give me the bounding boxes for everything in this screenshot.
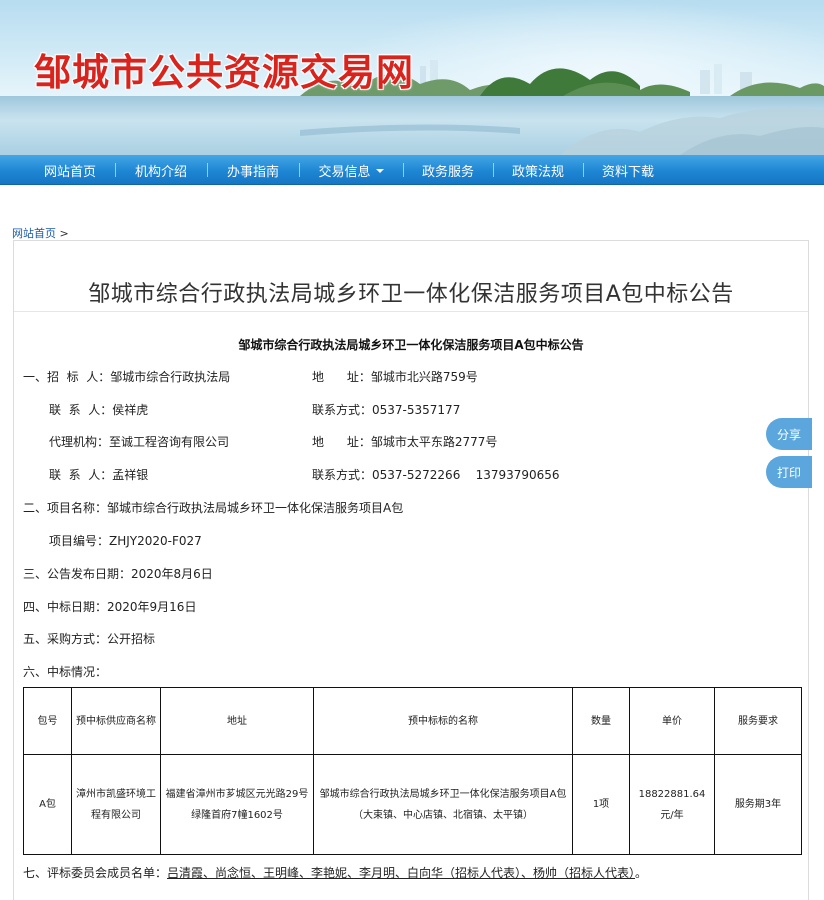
tenderer-phone-label: 联系方式： — [312, 403, 373, 417]
agency-phone-label: 联系方式： — [312, 468, 373, 482]
nav-label: 资料下载 — [601, 164, 654, 180]
project-code-label: 项目编号： — [49, 534, 110, 548]
nav-label: 交易信息 — [318, 164, 371, 180]
publish-date: 三、公告发布日期：2020年8月6日 — [23, 567, 213, 581]
table-row: A包 漳州市凯盛环境工程有限公司 福建省漳州市芗城区元光路29号绿隆首府7幢16… — [23, 754, 802, 855]
agency-address-value: 邹城市太平东路2777号 — [370, 435, 498, 449]
agency-phone: 联系方式：0537-5272266 13793790656 — [312, 466, 560, 483]
print-button[interactable]: 打印 — [766, 456, 812, 488]
tenderer-contact-value: 侯祥虎 — [112, 403, 149, 417]
nav-label: 办事指南 — [226, 164, 279, 180]
nav-item-guide[interactable]: 办事指南 — [207, 155, 299, 185]
committee-end: 。 — [635, 866, 648, 880]
nav-item-policies[interactable]: 政策法规 — [493, 155, 583, 185]
committee-label: 七、评标委员会成员名单： — [23, 866, 168, 880]
tenderer-address-label: 地 址： — [312, 370, 371, 384]
table-header: 单价 — [629, 687, 715, 755]
award-table: 包号 预中标供应商名称 地址 预中标标的名称 数量 单价 服务要求 A包 漳州市… — [23, 687, 802, 855]
nav-item-about[interactable]: 机构介绍 — [115, 155, 207, 185]
table-header-row: 包号 预中标供应商名称 地址 预中标标的名称 数量 单价 服务要求 — [23, 687, 802, 755]
agency-row: 代理机构：至诚工程咨询有限公司 — [49, 433, 229, 450]
tenderer-row: 一、招 标 人：邹城市综合行政执法局 — [23, 368, 230, 385]
table-cell: 服务期3年 — [714, 754, 802, 855]
agency-value: 至诚工程咨询有限公司 — [109, 435, 230, 449]
nav-item-downloads[interactable]: 资料下载 — [583, 155, 673, 185]
committee-names: 吕清霞、尚念恒、王明峰、李艳妮、李月明、白向华（招标人代表）、杨帅（招标人代表） — [167, 866, 636, 880]
table-header: 服务要求 — [714, 687, 802, 755]
tenderer-value: 邹城市综合行政执法局 — [110, 370, 231, 384]
award-date: 四、中标日期：2020年9月16日 — [23, 600, 197, 614]
committee-members-row: 七、评标委员会成员名单：吕清霞、尚念恒、王明峰、李艳妮、李月明、白向华（招标人代… — [23, 864, 647, 881]
site-title: 邹城市公共资源交易网 — [34, 51, 414, 94]
page-title: 邹城市综合行政执法局城乡环卫一体化保洁服务项目A包中标公告 — [88, 282, 734, 307]
tenderer-address: 地 址：邹城市北兴路759号 — [312, 368, 478, 385]
agency-contact-row: 联 系 人：孟祥银 — [49, 466, 148, 483]
agency-contact-value: 孟祥银 — [112, 468, 149, 482]
table-header: 包号 — [23, 687, 72, 755]
table-cell: 18822881.64元/年 — [629, 754, 715, 855]
tenderer-contact-row: 联 系 人：侯祥虎 — [49, 401, 148, 418]
project-code-value: ZHJY2020-F027 — [109, 534, 202, 548]
article-subtitle: 邹城市综合行政执法局城乡环卫一体化保洁服务项目A包中标公告 — [238, 338, 584, 352]
table-cell: 1项 — [572, 754, 630, 855]
project-name-label: 二、项目名称： — [23, 501, 108, 515]
table-header: 数量 — [572, 687, 630, 755]
breadcrumb-separator: > — [59, 227, 69, 240]
table-header: 预中标标的名称 — [313, 687, 573, 755]
agency-address-label: 地 址： — [312, 435, 371, 449]
tenderer-address-value: 邹城市北兴路759号 — [370, 370, 478, 384]
agency-contact-label: 联 系 人： — [49, 468, 113, 482]
nav-label: 机构介绍 — [134, 164, 187, 180]
title-divider — [14, 311, 808, 312]
breadcrumb: 网站首页 > — [12, 225, 69, 241]
tenderer-phone: 联系方式：0537-5357177 — [312, 401, 460, 418]
tenderer-contact-label: 联 系 人： — [49, 403, 113, 417]
table-cell: A包 — [23, 754, 72, 855]
procurement-method: 五、采购方式：公开招标 — [23, 632, 156, 646]
tenderer-label: 一、招 标 人： — [23, 370, 111, 384]
main-nav: 网站首页 机构介绍 办事指南 交易信息 政务服务 政策法规 资料下载 — [0, 155, 824, 185]
chevron-down-icon — [375, 169, 384, 173]
nav-label: 政务服务 — [421, 164, 474, 180]
table-cell: 邹城市综合行政执法局城乡环卫一体化保洁服务项目A包（大束镇、中心店镇、北宿镇、太… — [313, 754, 573, 855]
table-header: 地址 — [160, 687, 314, 755]
nav-label: 网站首页 — [43, 164, 96, 180]
tenderer-phone-value: 0537-5357177 — [372, 403, 461, 417]
table-header: 预中标供应商名称 — [71, 687, 161, 755]
table-cell: 漳州市凯盛环境工程有限公司 — [71, 754, 161, 855]
nav-item-services[interactable]: 政务服务 — [403, 155, 493, 185]
agency-label: 代理机构： — [49, 435, 110, 449]
project-name-row: 二、项目名称：邹城市综合行政执法局城乡环卫一体化保洁服务项目A包 — [23, 499, 403, 516]
table-cell: 福建省漳州市芗城区元光路29号绿隆首府7幢1602号 — [160, 754, 314, 855]
nav-item-home[interactable]: 网站首页 — [25, 155, 115, 185]
share-button[interactable]: 分享 — [766, 418, 812, 450]
agency-phone-value: 0537-5272266 13793790656 — [372, 468, 560, 482]
project-name-value: 邹城市综合行政执法局城乡环卫一体化保洁服务项目A包 — [107, 501, 404, 515]
breadcrumb-home-link[interactable]: 网站首页 — [12, 227, 56, 240]
agency-address: 地 址：邹城市太平东路2777号 — [312, 433, 497, 450]
award-section-heading: 六、中标情况： — [23, 665, 108, 679]
article-container: 邹城市综合行政执法局城乡环卫一体化保洁服务项目A包中标公告 邹城市综合行政执法局… — [13, 240, 809, 900]
nav-label: 政策法规 — [511, 164, 564, 180]
site-banner: 邹城市公共资源交易网 — [0, 0, 824, 155]
nav-item-trading-info[interactable]: 交易信息 — [299, 155, 403, 185]
project-code-row: 项目编号：ZHJY2020-F027 — [49, 532, 202, 549]
